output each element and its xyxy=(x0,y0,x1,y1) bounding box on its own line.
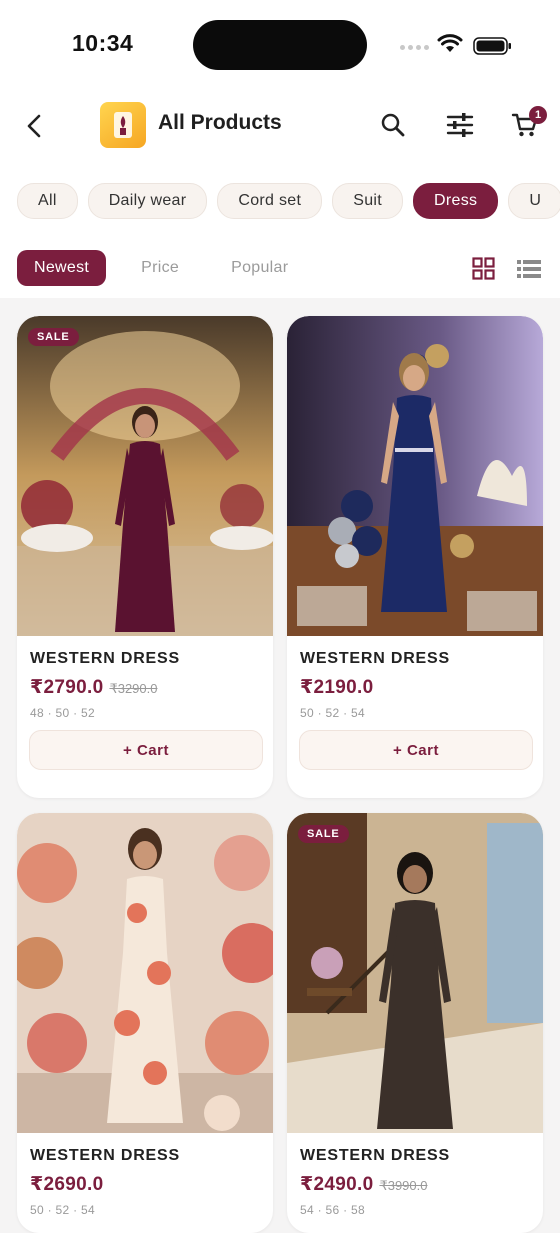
product-name: WESTERN DRESS xyxy=(30,650,180,667)
product-name: WESTERN DRESS xyxy=(30,1147,180,1164)
product-card[interactable]: WESTERN DRESS ₹2690.0 50 · 52 · 54 xyxy=(17,813,273,1233)
search-icon xyxy=(381,113,405,137)
dynamic-island xyxy=(193,20,367,70)
product-sizes: 50 · 52 · 54 xyxy=(300,706,365,720)
add-to-cart-button[interactable]: + Cart xyxy=(29,730,263,770)
product-image[interactable] xyxy=(17,813,273,1133)
product-price: ₹2190.0 xyxy=(300,677,374,698)
add-to-cart-button[interactable]: + Cart xyxy=(299,730,533,770)
product-name: WESTERN DRESS xyxy=(300,1147,450,1164)
product-old-price: ₹3290.0 xyxy=(109,681,158,696)
product-sizes: 48 · 50 · 52 xyxy=(30,706,95,720)
sort-newest[interactable]: Newest xyxy=(17,250,107,286)
sort-price[interactable]: Price xyxy=(124,250,196,286)
product-old-price: ₹3990.0 xyxy=(379,1178,428,1193)
search-button[interactable] xyxy=(378,110,408,140)
battery-icon xyxy=(473,37,511,55)
product-price: ₹2790.0 xyxy=(30,677,104,698)
chip-cord-set[interactable]: Cord set xyxy=(217,183,323,219)
cart-count-badge: 1 xyxy=(529,106,547,124)
product-card[interactable]: SALE WESTERN DRESS ₹2490.0 ₹3990.0 54 · … xyxy=(287,813,543,1233)
product-card[interactable]: SALE WESTERN DRESS ₹2790.0 ₹3290.0 48 · … xyxy=(17,316,273,798)
product-card[interactable]: WESTERN DRESS ₹2190.0 50 · 52 · 54 + Car… xyxy=(287,316,543,798)
page-title: All Products xyxy=(158,111,282,134)
list-view-icon[interactable] xyxy=(517,259,541,279)
product-image[interactable]: SALE xyxy=(17,316,273,636)
sliders-icon xyxy=(446,113,474,137)
chip-all[interactable]: All xyxy=(17,183,78,219)
chip-more[interactable]: U xyxy=(508,183,560,219)
product-price: ₹2490.0 xyxy=(300,1174,374,1195)
category-chips: All Daily wear Cord set Suit Dress U xyxy=(17,183,560,219)
sale-badge: SALE xyxy=(298,825,349,843)
sort-options: Newest Price Popular xyxy=(17,250,305,286)
chip-daily-wear[interactable]: Daily wear xyxy=(87,183,208,219)
sale-badge: SALE xyxy=(28,328,79,346)
wifi-icon xyxy=(437,34,463,52)
product-image[interactable] xyxy=(287,316,543,636)
chip-dress[interactable]: Dress xyxy=(413,183,499,219)
grid-view-icon[interactable] xyxy=(472,257,495,280)
chevron-left-icon xyxy=(27,114,41,138)
brand-logo-icon xyxy=(100,102,146,148)
cellular-signal-icon xyxy=(400,45,429,50)
filter-button[interactable] xyxy=(445,110,475,140)
chip-suit[interactable]: Suit xyxy=(332,183,404,219)
back-button[interactable] xyxy=(20,112,48,140)
status-time: 10:34 xyxy=(72,30,134,56)
product-image[interactable]: SALE xyxy=(287,813,543,1133)
product-price: ₹2690.0 xyxy=(30,1174,104,1195)
product-name: WESTERN DRESS xyxy=(300,650,450,667)
product-sizes: 54 · 56 · 58 xyxy=(300,1203,365,1217)
product-sizes: 50 · 52 · 54 xyxy=(30,1203,95,1217)
sort-popular[interactable]: Popular xyxy=(214,250,305,286)
